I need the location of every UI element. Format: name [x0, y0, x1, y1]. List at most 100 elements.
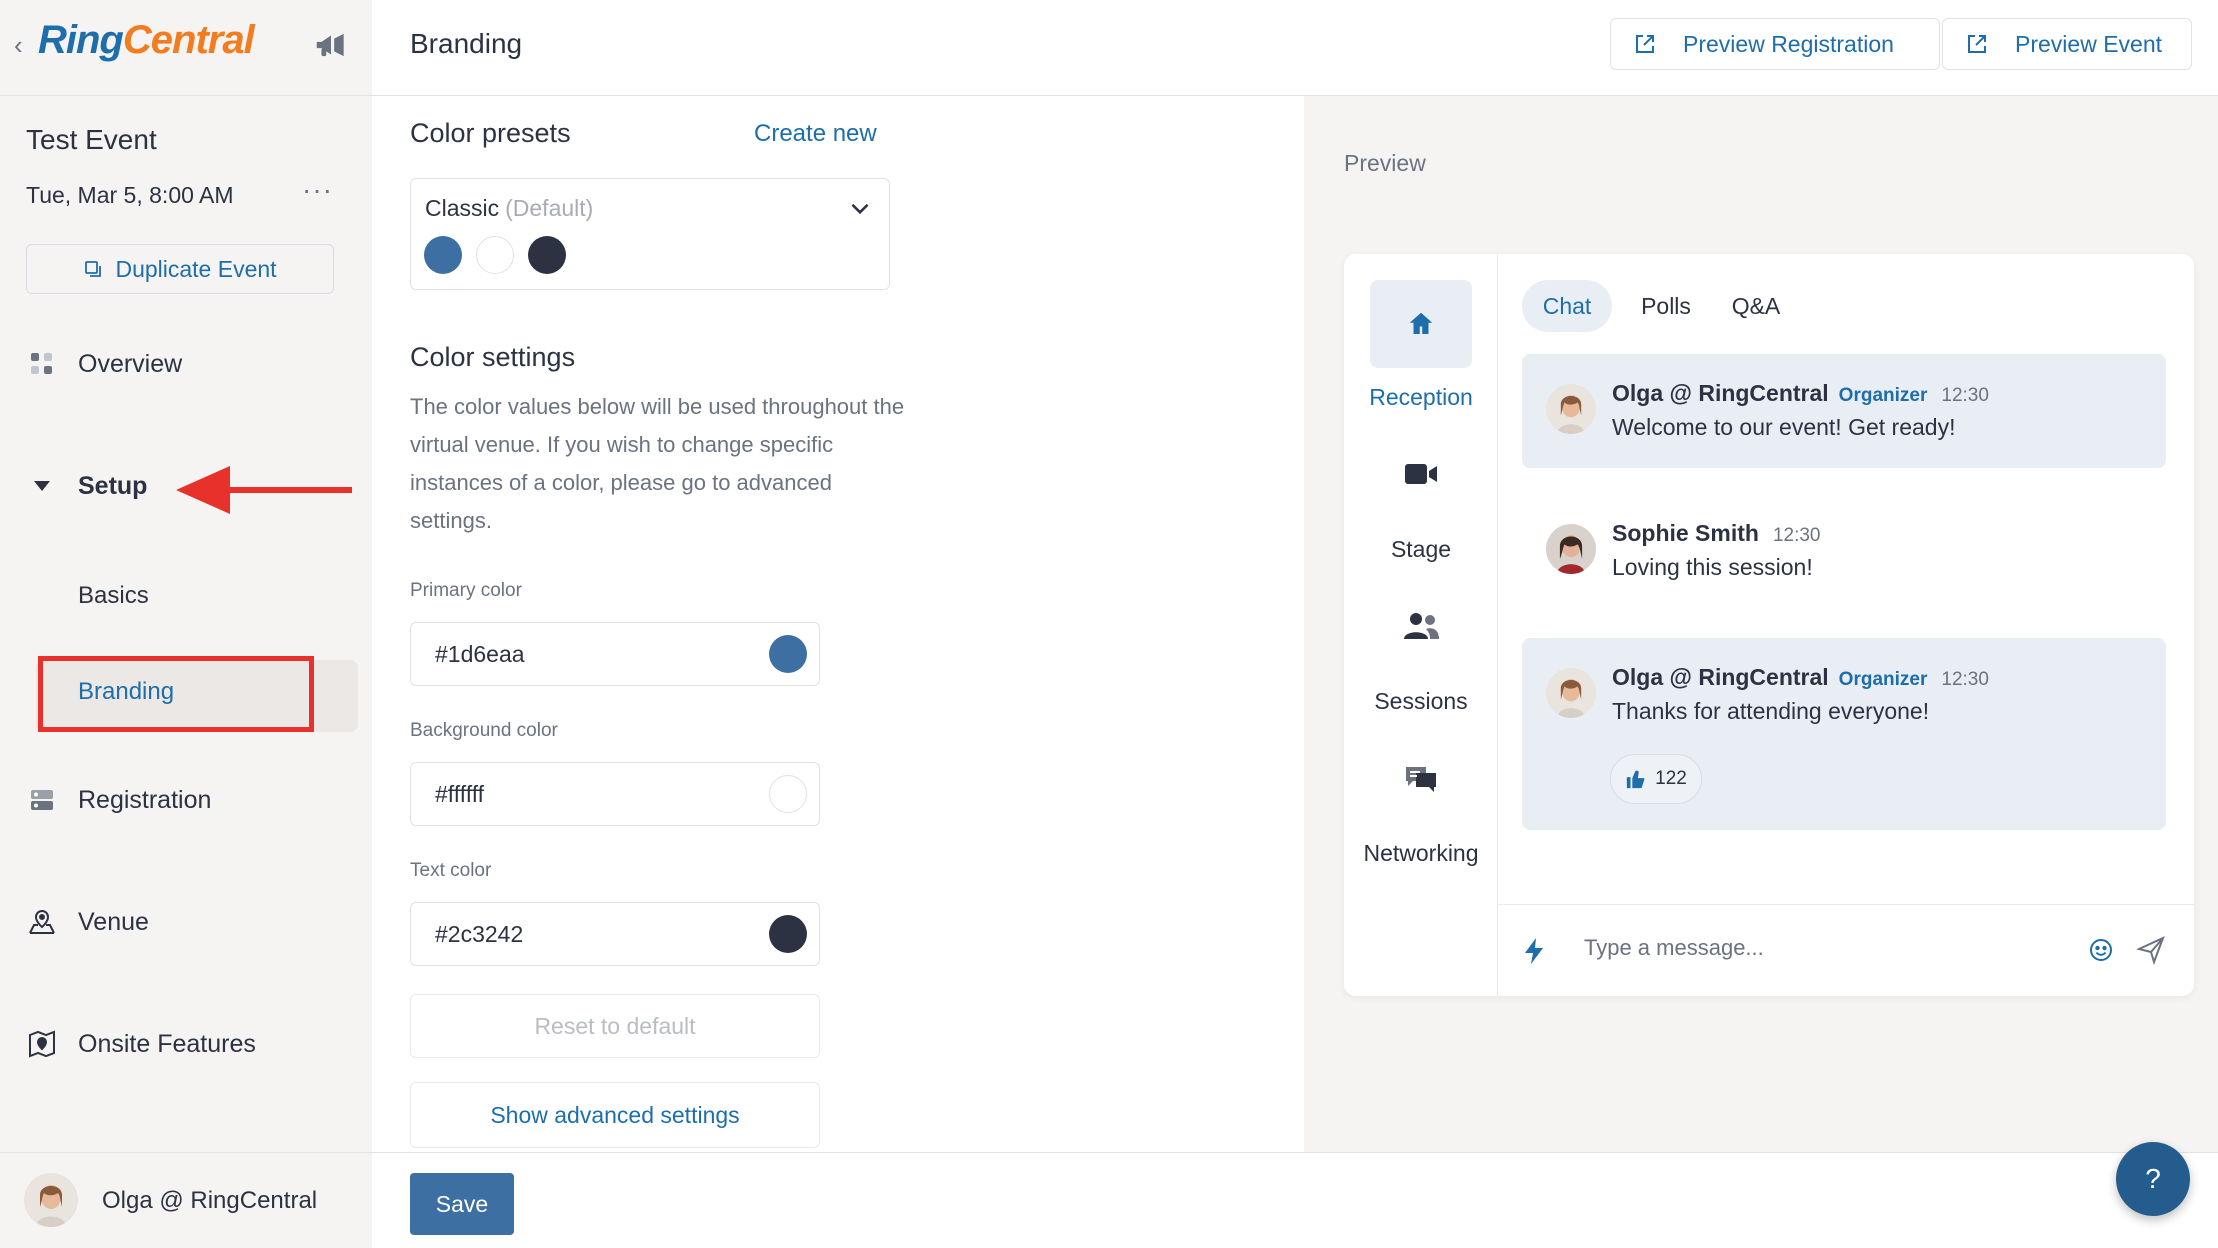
text-color-value: #2c3242 [435, 921, 524, 947]
avatar [1546, 524, 1596, 574]
save-button[interactable]: Save [410, 1173, 514, 1235]
lightning-icon[interactable] [1522, 937, 1546, 965]
like-reaction[interactable]: 122 [1610, 754, 1702, 804]
reaction-count: 122 [1655, 768, 1687, 789]
venue-nav: Reception Stage Sessions Networking [1344, 254, 1498, 996]
create-new-link[interactable]: Create new [754, 120, 877, 148]
copy-icon [85, 261, 102, 277]
nav-basics[interactable]: Basics [78, 582, 149, 610]
external-link-icon [1636, 35, 1654, 53]
message-input[interactable]: Type a message... [1584, 935, 1764, 961]
reset-to-default-button[interactable]: Reset to default [410, 994, 820, 1058]
send-icon[interactable] [2136, 935, 2166, 965]
primary-color-swatch[interactable] [769, 635, 807, 673]
duplicate-event-label: Duplicate Event [115, 255, 277, 282]
chat-message: Olga @ RingCentral Organizer 12:30 Thanks … [1522, 638, 2166, 830]
people-icon[interactable] [1370, 582, 1472, 670]
duplicate-event-button[interactable]: Duplicate Event [26, 244, 334, 294]
text-color-label: Text color [410, 860, 492, 881]
preset-default-tag: (Default) [505, 195, 594, 221]
external-link-icon [1968, 35, 1986, 53]
message-author: Olga @ RingCentral Organizer 12:30 [1612, 380, 1989, 406]
venue-nav-stage[interactable]: Stage [1344, 536, 1498, 563]
preview-registration-button[interactable]: Preview Registration [1610, 18, 1940, 70]
emoji-icon[interactable] [2088, 937, 2114, 963]
message-time: 12:30 [1941, 669, 1989, 690]
text-color-swatch[interactable] [769, 915, 807, 953]
map-pin-icon [26, 1028, 58, 1060]
message-author: Sophie Smith 12:30 [1612, 520, 1821, 546]
ringcentral-logo[interactable]: RingCentral [38, 18, 255, 63]
event-date: Tue, Mar 5, 8:00 AM [26, 182, 234, 208]
nav-overview-label: Overview [78, 349, 183, 378]
background-color-swatch[interactable] [769, 775, 807, 813]
video-camera-icon[interactable] [1370, 430, 1472, 518]
nav-onsite-features[interactable]: Onsite Features [26, 1028, 256, 1060]
preset-select[interactable]: Classic (Default) [410, 178, 890, 290]
preset-swatch-background [476, 236, 514, 274]
nav-venue-label: Venue [78, 907, 149, 936]
nav-registration[interactable]: Registration [26, 784, 211, 816]
event-title: Test Event [26, 124, 157, 155]
brand-bar: ‹ RingCentral [0, 0, 372, 96]
venue-pin-icon [26, 906, 58, 938]
background-color-input[interactable]: #ffffff [410, 762, 820, 826]
back-chevron-icon[interactable]: ‹ [14, 30, 23, 61]
bottom-bar: Save [372, 1152, 2218, 1248]
organizer-badge: Organizer [1838, 385, 1928, 406]
chevron-down-icon [851, 203, 869, 215]
avatar [1546, 668, 1596, 718]
preset-swatch-text [528, 236, 566, 274]
venue-nav-reception[interactable]: Reception [1344, 384, 1498, 411]
nav-overview[interactable]: Overview [26, 348, 182, 380]
color-presets-title: Color presets [410, 118, 571, 148]
color-settings-description: The color values below will be used thro… [410, 394, 905, 533]
chat-message: Olga @ RingCentral Organizer 12:30 Welcome… [1522, 354, 2166, 468]
message-time: 12:30 [1941, 385, 1989, 406]
preset-name: Classic (Default) [425, 195, 594, 221]
nav-setup[interactable]: Setup [26, 470, 147, 502]
primary-color-label: Primary color [410, 580, 522, 601]
home-icon[interactable] [1370, 280, 1472, 368]
help-button[interactable]: ? [2116, 1142, 2190, 1216]
preset-swatch-primary [424, 236, 462, 274]
primary-color-input[interactable]: #1d6eaa [410, 622, 820, 686]
background-color-label: Background color [410, 720, 558, 741]
thumbs-up-icon [1626, 770, 1645, 789]
more-options-icon[interactable]: ··· [302, 174, 333, 206]
caret-down-icon [26, 470, 58, 502]
user-name: Olga @ RingCentral [102, 1187, 318, 1214]
tab-chat[interactable]: Chat [1522, 280, 1612, 332]
chat-panel: Chat Polls Q&A Olga @ RingCentral Organiz… [1498, 254, 2194, 996]
venue-preview-card: Reception Stage Sessions Networking Chat… [1344, 254, 2194, 996]
venue-nav-networking[interactable]: Networking [1344, 840, 1498, 867]
annotation-highlight-box [38, 656, 314, 732]
message-text: Welcome to our event! Get ready! [1612, 414, 1956, 440]
preview-label: Preview [1344, 150, 1426, 176]
tab-qa[interactable]: Q&A [1716, 280, 1796, 332]
grid-icon [26, 348, 58, 380]
nav-registration-label: Registration [78, 785, 212, 814]
show-advanced-settings-button[interactable]: Show advanced settings [410, 1082, 820, 1148]
registration-icon [26, 784, 58, 816]
venue-nav-sessions[interactable]: Sessions [1344, 688, 1498, 715]
text-color-input[interactable]: #2c3242 [410, 902, 820, 966]
color-settings-title: Color settings [410, 342, 576, 372]
top-bar: Branding Preview Registration Preview Ev… [372, 0, 2218, 96]
settings-panel: Color presets Create new Classic (Default… [372, 96, 1304, 1152]
tab-polls[interactable]: Polls [1626, 280, 1706, 332]
nav-venue[interactable]: Venue [26, 906, 149, 938]
chat-message: Sophie Smith 12:30 Loving this session! [1522, 496, 2166, 610]
preview-event-button[interactable]: Preview Event [1942, 18, 2192, 70]
user-bar[interactable]: Olga @ RingCentral [0, 1152, 372, 1248]
message-text: Loving this session! [1612, 554, 1813, 580]
preview-event-label: Preview Event [2015, 30, 2163, 57]
organizer-badge: Organizer [1838, 669, 1928, 690]
megaphone-icon[interactable] [312, 26, 350, 64]
message-author: Olga @ RingCentral Organizer 12:30 [1612, 664, 1989, 690]
page-title: Branding [410, 28, 523, 59]
message-time: 12:30 [1772, 525, 1821, 546]
message-text: Thanks for attending everyone! [1612, 698, 1930, 724]
annotation-arrow [176, 466, 352, 514]
chat-bubbles-icon[interactable] [1370, 734, 1472, 822]
